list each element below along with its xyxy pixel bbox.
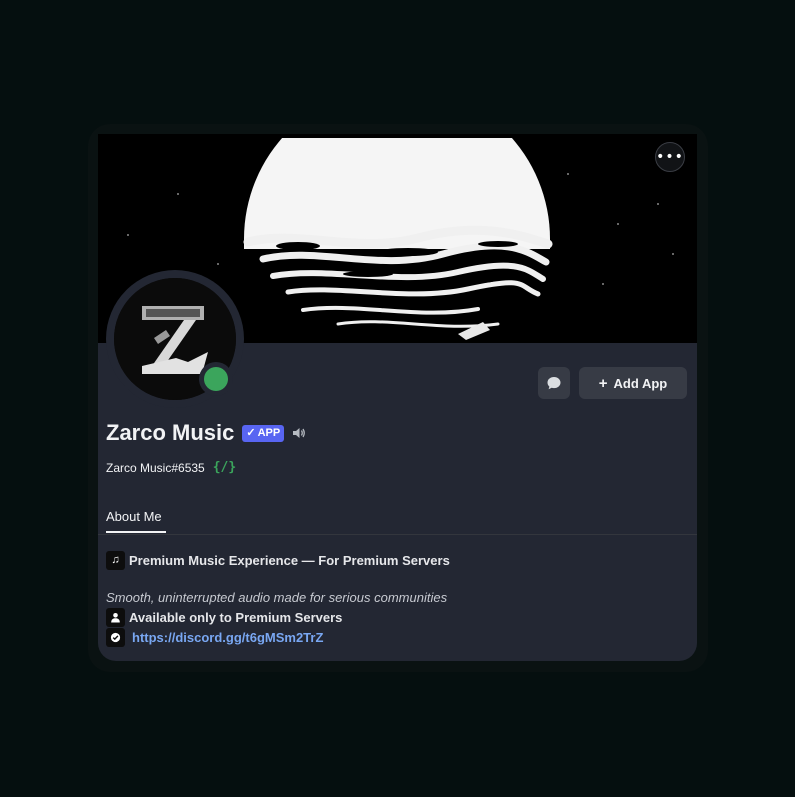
about-me-section: ♫ Premium Music Experience — For Premium… [106, 550, 686, 647]
online-status-icon [204, 367, 228, 391]
about-line: Smooth, uninterrupted audio made for ser… [106, 587, 686, 607]
name-row: Zarco Music ✓ APP [106, 420, 306, 446]
slash-commands-icon: {/} [212, 460, 237, 475]
message-button[interactable] [538, 367, 570, 399]
profile-card: ••• + Add App Zarco Music ✓ APP Zarco Mu… [98, 134, 697, 661]
profile-tabs: About Me [98, 506, 697, 535]
ellipsis-icon: ••• [656, 149, 684, 165]
plus-icon: + [598, 374, 608, 392]
add-app-button[interactable]: + Add App [579, 367, 687, 399]
app-badge[interactable]: ✓ APP [242, 424, 285, 442]
tab-active-indicator [106, 531, 166, 533]
speaker-icon [293, 428, 306, 438]
music-note-icon: ♫ [106, 550, 125, 570]
about-line: https://discord.gg/t6gMSm2TrZ [106, 627, 686, 647]
chat-bubble-icon [547, 377, 561, 390]
add-app-label: Add App [613, 375, 668, 391]
about-tagline: Smooth, uninterrupted audio made for ser… [106, 589, 448, 605]
more-options-button[interactable]: ••• [655, 142, 685, 172]
person-icon [106, 607, 125, 627]
username-row: Zarco Music#6535 {/} [106, 460, 236, 475]
app-badge-label: APP [257, 426, 281, 439]
username: Zarco Music#6535 [106, 460, 205, 475]
display-name: Zarco Music [106, 420, 235, 445]
tab-about-me[interactable]: About Me [106, 509, 162, 524]
invite-link[interactable]: https://discord.gg/t6gMSm2TrZ [132, 630, 323, 645]
about-availability: Available only to Premium Servers [129, 609, 343, 625]
about-line: ♫ Premium Music Experience — For Premium… [106, 550, 686, 570]
check-badge-icon [106, 627, 125, 647]
check-icon: ✓ [246, 426, 256, 439]
about-headline: Premium Music Experience — For Premium S… [129, 552, 450, 568]
about-line: Available only to Premium Servers [106, 607, 686, 627]
